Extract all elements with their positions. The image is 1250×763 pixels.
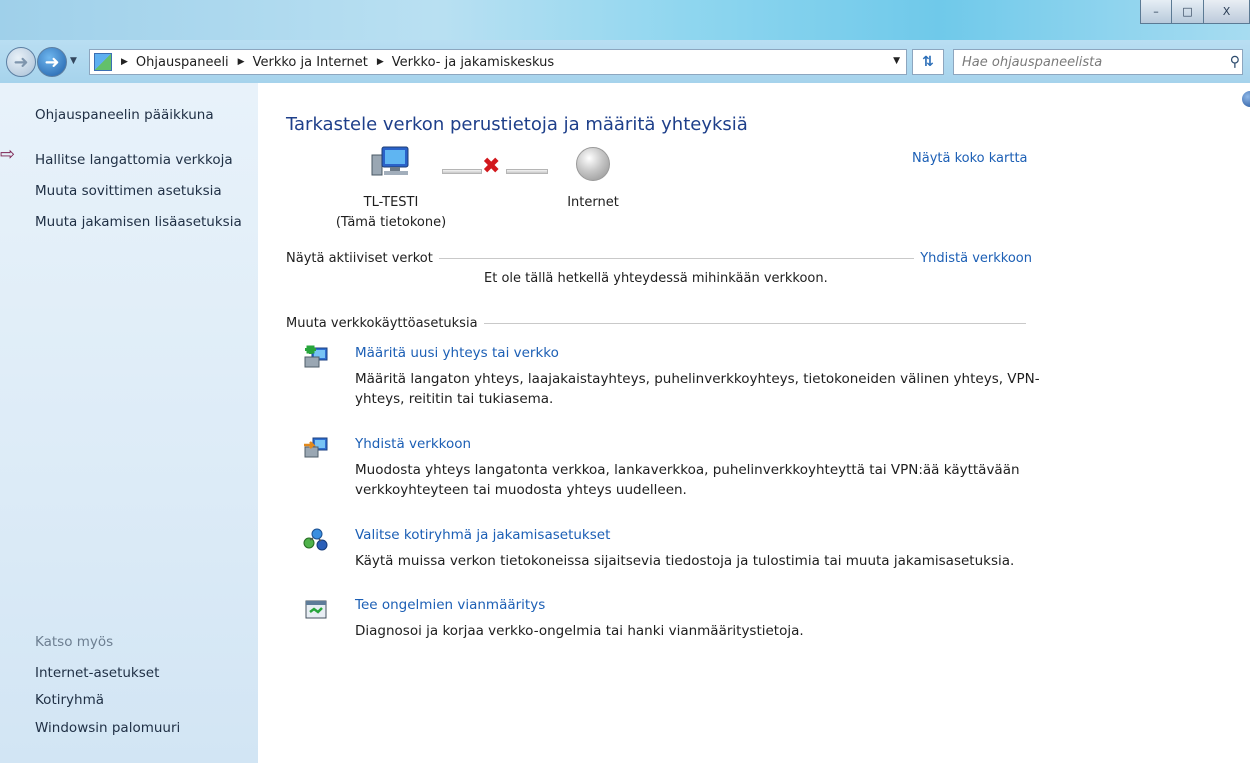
computer-subtitle: (Tämä tietokone): [335, 215, 447, 230]
maximize-button[interactable]: □: [1172, 0, 1204, 24]
task-troubleshoot-desc: Diagnosoi ja korjaa verkko-ongelmia tai …: [355, 623, 804, 639]
forward-button[interactable]: ➜: [37, 47, 67, 77]
back-arrow-icon: ➜: [13, 51, 29, 73]
troubleshoot-icon[interactable]: [302, 597, 330, 623]
change-settings-label: Muuta verkkokäyttöasetuksia: [286, 316, 478, 331]
breadcrumb-separator-icon[interactable]: ▶: [121, 57, 128, 67]
breadcrumb-ohjauspaneeli[interactable]: Ohjauspaneeli: [136, 55, 229, 70]
refresh-icon: ⇅: [922, 54, 934, 70]
search-input[interactable]: [962, 54, 1212, 70]
see-also-heading: Katso myös: [35, 634, 114, 650]
connect-network-link[interactable]: Yhdistä verkkoon: [920, 251, 1032, 266]
globe-icon[interactable]: [576, 147, 610, 181]
address-dropdown-icon[interactable]: ▼: [893, 56, 900, 66]
recent-pages-dropdown-icon[interactable]: ▼: [70, 56, 77, 66]
control-panel-icon: [94, 53, 112, 71]
see-also-homegroup[interactable]: Kotiryhmä: [35, 692, 104, 708]
divider: [483, 323, 1026, 324]
change-settings-header: Muuta verkkokäyttöasetuksia: [286, 316, 1032, 331]
breadcrumb-network-center[interactable]: Verkko- ja jakamiskeskus: [392, 55, 554, 70]
active-networks-label: Näytä aktiiviset verkot: [286, 251, 433, 266]
close-button[interactable]: X: [1204, 0, 1250, 24]
breadcrumb-separator-icon[interactable]: ▶: [377, 57, 384, 67]
task-troubleshoot-link[interactable]: Tee ongelmien vianmääritys: [355, 597, 545, 613]
breadcrumb-item[interactable]: ▶ Ohjauspaneeli: [112, 55, 229, 70]
connection-line: [442, 169, 482, 174]
new-connection-icon[interactable]: [302, 345, 330, 371]
task-connect-network-desc: Muodosta yhteys langatonta verkkoa, lank…: [355, 462, 1020, 498]
refresh-button[interactable]: ⇅: [912, 49, 944, 75]
homegroup-icon[interactable]: [302, 527, 330, 553]
title-bar: – □ X: [0, 0, 1250, 40]
task-new-connection-desc: Määritä langaton yhteys, laajakaistayhte…: [355, 371, 1040, 407]
breadcrumb[interactable]: ▶ Ohjauspaneeli ▶ Verkko ja Internet ▶ V…: [89, 49, 907, 75]
minimize-button[interactable]: –: [1140, 0, 1172, 24]
task-new-connection-link[interactable]: Määritä uusi yhteys tai verkko: [355, 345, 559, 361]
breadcrumb-item[interactable]: ▶ Verkko ja Internet: [229, 55, 368, 70]
connection-line: [506, 169, 548, 174]
task-connect-network-link[interactable]: Yhdistä verkkoon: [355, 436, 471, 452]
search-icon[interactable]: ⚲: [1230, 54, 1240, 70]
window-controls: – □ X: [1140, 0, 1250, 24]
internet-label: Internet: [567, 195, 619, 210]
back-button[interactable]: ➜: [6, 47, 36, 77]
search-box: ⚲: [953, 49, 1243, 75]
pointer-arrow-icon: ⇨: [0, 144, 16, 165]
breadcrumb-item[interactable]: ▶ Verkko- ja jakamiskeskus: [368, 55, 554, 70]
sidebar-item-adapter-settings[interactable]: Muuta sovittimen asetuksia: [35, 183, 222, 199]
active-networks-header: Näytä aktiiviset verkot Yhdistä verkkoon: [286, 251, 1032, 266]
connect-network-icon[interactable]: [302, 436, 330, 462]
computer-icon[interactable]: [370, 145, 412, 181]
task-homegroup-link[interactable]: Valitse kotiryhmä ja jakamisasetukset: [355, 527, 610, 543]
see-also-firewall[interactable]: Windowsin palomuuri: [35, 720, 180, 736]
sidebar-item-manage-wireless[interactable]: Hallitse langattomia verkkoja: [35, 152, 233, 168]
view-full-map-link[interactable]: Näytä koko kartta: [912, 151, 1028, 166]
breadcrumb-separator-icon[interactable]: ▶: [238, 57, 245, 67]
sidebar: ⇨ Ohjauspaneelin pääikkuna Hallitse lang…: [0, 83, 258, 763]
task-homegroup-desc: Käytä muissa verkon tietokoneissa sijait…: [355, 553, 1015, 569]
forward-arrow-icon: ➜: [44, 51, 60, 73]
disconnected-x-icon[interactable]: ✖: [482, 154, 500, 179]
main-content: Tarkastele verkon perustietoja ja määrit…: [258, 83, 1250, 763]
see-also-internet-options[interactable]: Internet-asetukset: [35, 665, 159, 681]
sidebar-item-control-panel-home[interactable]: Ohjauspaneelin pääikkuna: [35, 107, 214, 123]
address-bar: ➜ ➜ ▼ ▶ Ohjauspaneeli ▶ Verkko ja Intern…: [0, 40, 1250, 83]
computer-name: TL-TESTI: [363, 195, 419, 210]
help-icon[interactable]: [1242, 91, 1250, 107]
not-connected-message: Et ole tällä hetkellä yhteydessä mihinkä…: [484, 271, 828, 286]
breadcrumb-verkko-ja-internet[interactable]: Verkko ja Internet: [253, 55, 368, 70]
page-title: Tarkastele verkon perustietoja ja määrit…: [286, 114, 748, 135]
divider: [438, 258, 915, 259]
sidebar-item-sharing-settings[interactable]: Muuta jakamisen lisäasetuksia: [35, 214, 242, 230]
